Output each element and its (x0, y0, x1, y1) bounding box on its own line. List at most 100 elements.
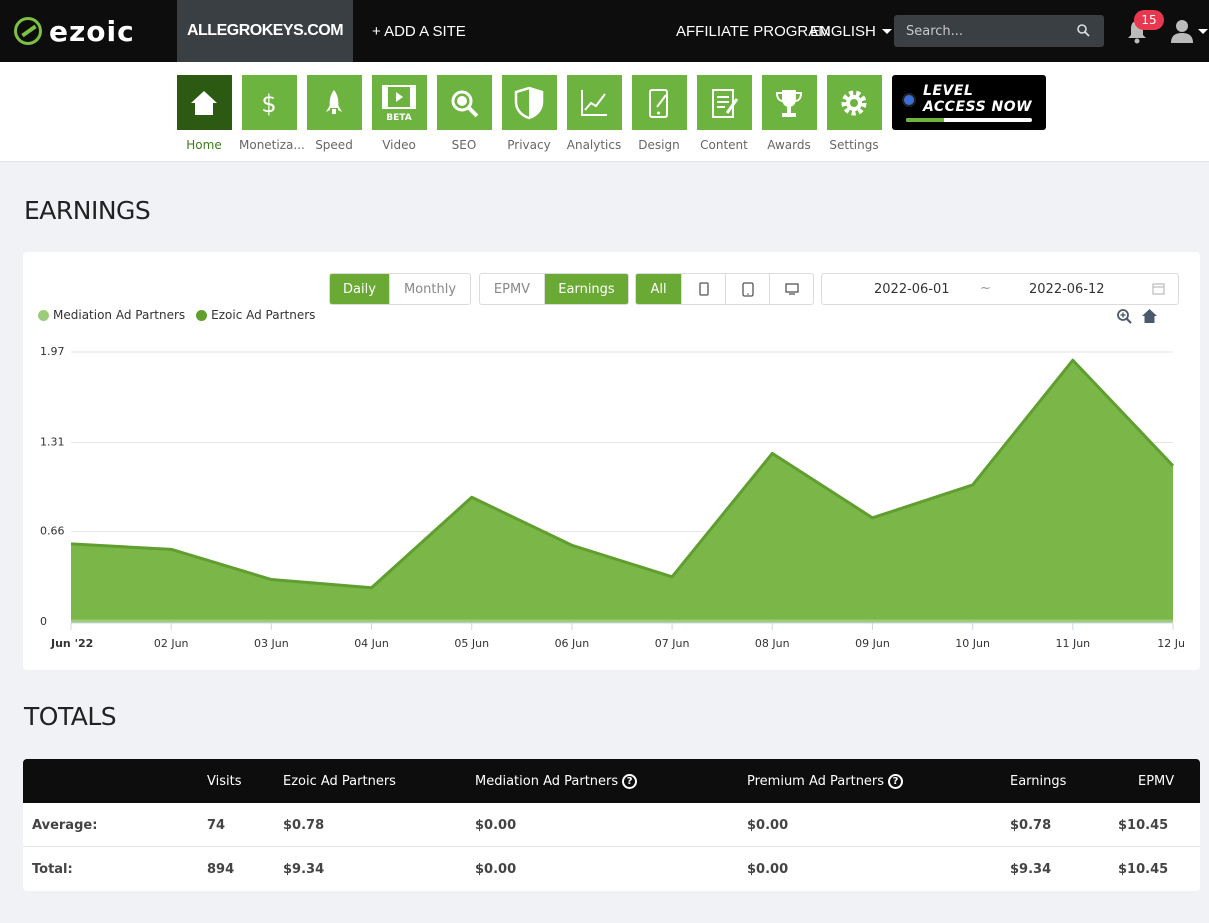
nav-settings[interactable]: Settings (824, 75, 884, 152)
mediation-value: $0.00 (475, 861, 517, 877)
trophy-icon (775, 89, 803, 117)
ezoic-value: $9.34 (283, 861, 325, 877)
home-icon (191, 90, 217, 115)
level-progress-bar (906, 118, 1032, 122)
nav-label: SEO (451, 138, 477, 152)
table-header: Visits Ezoic Ad Partners Mediation Ad Pa… (23, 759, 1200, 803)
totals-heading: TOTALS (24, 702, 117, 731)
y-tick-label: 0 (40, 615, 47, 628)
y-tick-label: 0.66 (40, 525, 65, 538)
nav-label: Awards (767, 138, 811, 152)
x-tick-label: 03 Jun (254, 637, 289, 650)
dollar-icon: $ (261, 90, 276, 118)
nav-content[interactable]: Content (694, 75, 754, 152)
x-tick-label: 11 Jun (1055, 637, 1090, 650)
shield-icon (514, 86, 544, 119)
x-tick-label: 09 Jun (855, 637, 890, 650)
document-icon (712, 88, 739, 118)
level-dot-icon (904, 95, 914, 105)
svg-text:$: $ (261, 90, 276, 118)
affiliate-program-link[interactable]: AFFILIATE PROGRAM (676, 0, 831, 62)
nav-label: Privacy (507, 138, 551, 152)
x-tick-label: 10 Jun (955, 637, 990, 650)
x-tick-label: 05 Jun (454, 637, 489, 650)
y-tick-label: 1.31 (40, 435, 65, 448)
visits-value: 74 (207, 817, 226, 833)
logo-text: ezoic (49, 14, 135, 48)
nav-label: Monetiza... (239, 138, 305, 152)
earnings-value: $9.34 (1010, 861, 1052, 877)
site-selector[interactable]: ALLEGROKEYS.COM (177, 0, 353, 62)
premium-value: $0.00 (747, 817, 789, 833)
main-nav: Home $ Monetiza... Speed BETA Video SEO (0, 62, 1209, 162)
ezoic-logo[interactable]: ezoic (14, 14, 135, 48)
nav-label: Design (638, 138, 680, 152)
language-dropdown[interactable]: ENGLISH (810, 0, 892, 62)
earnings-chart: 1.97 1.31 0.66 0Jun '22 02 Jun 03 Jun 04 Jun 05… (40, 345, 1185, 650)
beta-tag: BETA (386, 113, 411, 122)
x-tick-label: 07 Jun (655, 637, 690, 650)
row-label: Total: (32, 861, 73, 877)
user-icon[interactable] (1170, 18, 1194, 44)
level-text: LEVEL ACCESS NOW (923, 83, 1033, 115)
nav-seo[interactable]: SEO (434, 75, 494, 152)
x-tick-label: 12 Ju (1157, 637, 1185, 650)
help-icon[interactable]: ? (888, 773, 904, 789)
nav-monetization[interactable]: $ Monetiza... (239, 75, 305, 152)
language-label: ENGLISH (810, 22, 876, 40)
search-icon[interactable] (1077, 24, 1090, 37)
rocket-icon (326, 89, 342, 114)
level-progress-fill (906, 118, 944, 122)
nav-speed[interactable]: Speed (304, 75, 364, 152)
col-epmv: EPMV (1138, 773, 1175, 789)
col-mediation: Mediation Ad Partners ? (475, 759, 638, 803)
table-row-average: Average: 74 $0.78 $0.00 $0.00 $0.78 $10.… (23, 803, 1200, 847)
level-access-banner[interactable]: LEVEL ACCESS NOW (892, 75, 1046, 130)
col-visits: Visits (207, 773, 242, 789)
nav-awards[interactable]: Awards (759, 75, 819, 152)
visits-value: 894 (207, 861, 235, 877)
earnings-card: Daily Monthly EPMV Earnings All 2022-06-… (23, 252, 1200, 670)
ezoic-series-area (71, 360, 1173, 622)
chevron-down-icon (881, 28, 892, 34)
x-tick-label: Jun '22 (50, 637, 93, 650)
design-icon (649, 88, 668, 118)
line-chart-icon (581, 89, 607, 116)
earnings-value: $0.78 (1010, 817, 1052, 833)
search-input[interactable] (894, 15, 1104, 47)
epmv-value: $10.45 (1118, 861, 1169, 877)
premium-value: $0.00 (747, 861, 789, 877)
nav-label: Analytics (566, 138, 622, 152)
logo-icon (14, 17, 42, 45)
nav-label: Settings (829, 138, 879, 152)
mediation-value: $0.00 (475, 817, 517, 833)
x-tick-label: 02 Jun (154, 637, 189, 650)
gear-icon (841, 90, 867, 115)
help-icon[interactable]: ? (622, 773, 638, 789)
x-tick-label: 06 Jun (555, 637, 590, 650)
x-tick-label: 08 Jun (755, 637, 790, 650)
earnings-heading: EARNINGS (24, 196, 151, 225)
notification-badge[interactable]: 15 (1134, 10, 1164, 30)
nav-analytics[interactable]: Analytics (564, 75, 624, 152)
nav-label: Speed (315, 138, 353, 152)
col-premium: Premium Ad Partners ? (747, 759, 904, 803)
user-menu-chevron-icon[interactable] (1198, 29, 1208, 34)
nav-label: Content (700, 138, 748, 152)
row-label: Average: (32, 817, 98, 833)
add-site-link[interactable]: + ADD A SITE (372, 0, 466, 62)
video-icon: BETA (382, 84, 416, 122)
nav-video[interactable]: BETA Video (369, 75, 429, 152)
top-bar: ezoic ALLEGROKEYS.COM + ADD A SITE AFFIL… (0, 0, 1209, 62)
epmv-value: $10.45 (1118, 817, 1169, 833)
magnifier-icon (451, 90, 479, 117)
y-tick-label: 1.97 (40, 345, 65, 358)
x-tick-label: 04 Jun (354, 637, 389, 650)
nav-home[interactable]: Home (174, 75, 234, 152)
nav-privacy[interactable]: Privacy (499, 75, 559, 152)
nav-design[interactable]: Design (629, 75, 689, 152)
table-row-total: Total: 894 $9.34 $0.00 $0.00 $9.34 $10.4… (23, 847, 1200, 891)
ezoic-value: $0.78 (283, 817, 325, 833)
totals-table: Visits Ezoic Ad Partners Mediation Ad Pa… (23, 759, 1200, 891)
col-ezoic: Ezoic Ad Partners (283, 773, 396, 789)
